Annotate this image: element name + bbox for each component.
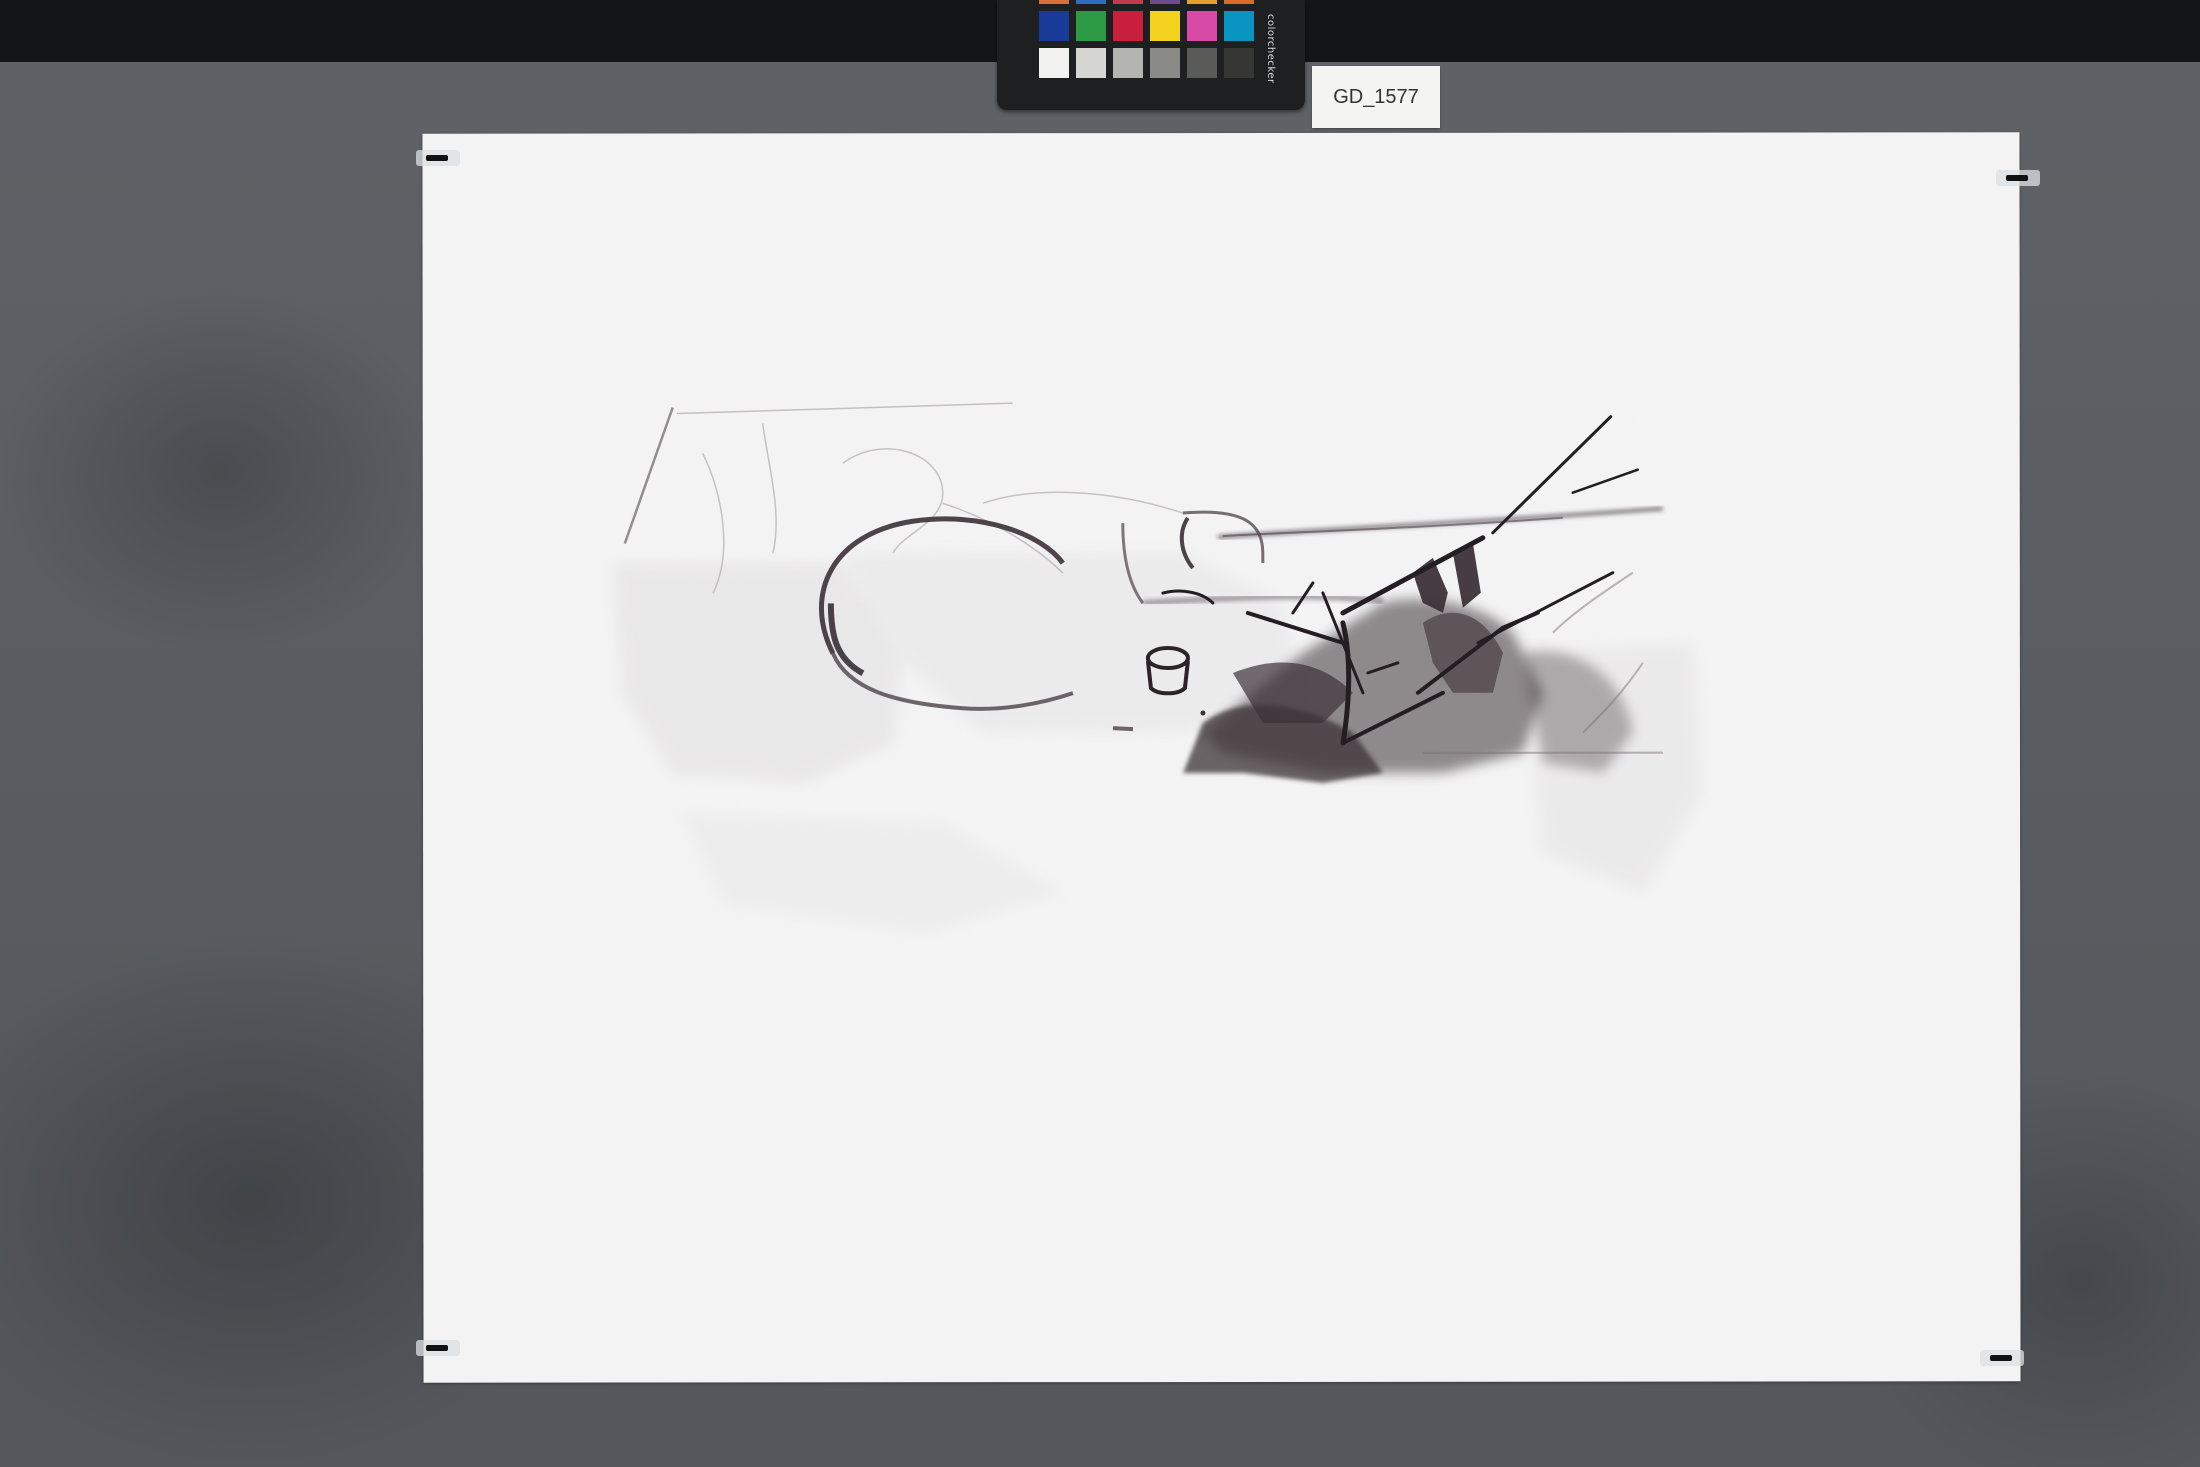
color-patch [1187, 11, 1217, 41]
color-patch [1224, 48, 1254, 78]
lithograph-artwork [422, 132, 2021, 1383]
color-patch [1150, 11, 1180, 41]
color-patch [1224, 0, 1254, 4]
catalog-id-label: GD_1577 [1312, 66, 1440, 128]
sheet-clip-top-right [1996, 170, 2040, 186]
sheet-clip-top-left [416, 150, 460, 166]
color-checker-card: colorchecker [997, 0, 1305, 110]
color-patch [1039, 11, 1069, 41]
color-patch [1187, 48, 1217, 78]
paper-sheet [422, 132, 2021, 1383]
color-patch [1150, 48, 1180, 78]
color-patch [1039, 0, 1069, 4]
color-patch [1039, 48, 1069, 78]
color-patch [1113, 0, 1143, 4]
color-patch [1187, 0, 1217, 4]
color-patch [1076, 0, 1106, 4]
color-checker-brand: colorchecker [1265, 14, 1276, 84]
sheet-clip-bottom-left [416, 1340, 460, 1356]
color-patch [1224, 11, 1254, 41]
color-patch [1150, 0, 1180, 4]
color-patch [1076, 11, 1106, 41]
color-patch [1113, 11, 1143, 41]
photo-scene: colorchecker GD_1577 [0, 0, 2200, 1467]
sheet-clip-bottom-right [1980, 1350, 2024, 1366]
color-checker-grid [1037, 0, 1257, 82]
color-patch [1076, 48, 1106, 78]
color-patch [1113, 48, 1143, 78]
